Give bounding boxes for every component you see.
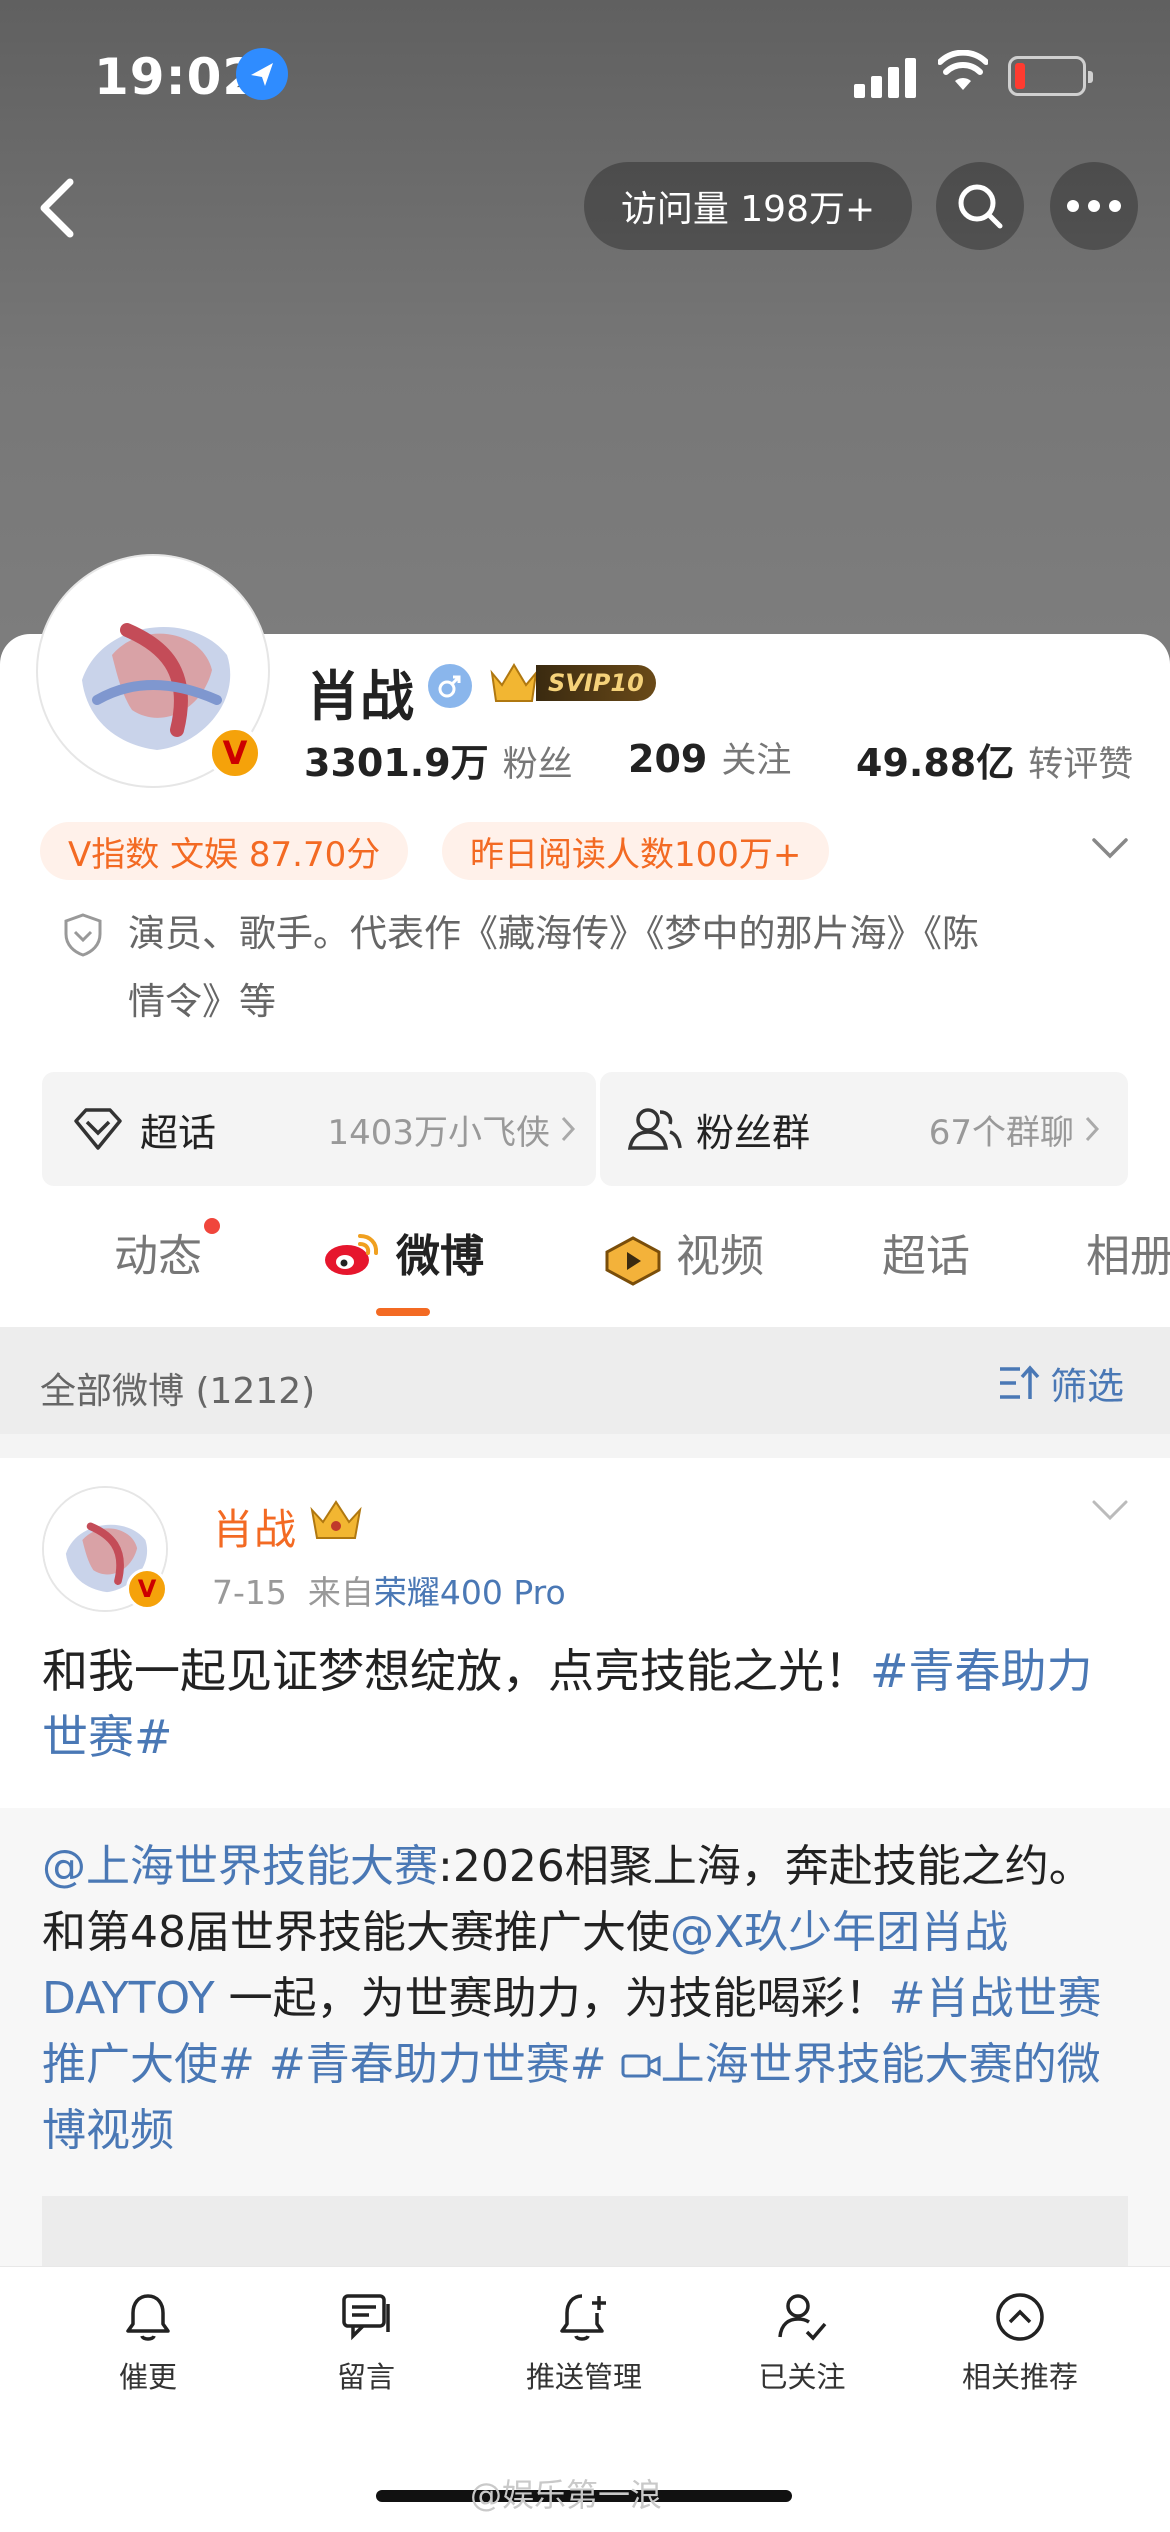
signal-icon [854, 56, 916, 98]
male-icon [428, 664, 472, 708]
tab-chaohua[interactable]: 超话 [882, 1220, 970, 1284]
search-icon [958, 184, 1003, 229]
status-time: 19:02 [94, 48, 259, 106]
more-button[interactable] [1050, 162, 1138, 250]
fans-group-detail: 67个群聊 [928, 1112, 1074, 1153]
back-icon[interactable] [34, 176, 82, 240]
v-index-tag[interactable]: V指数 文娱 87.70分 [40, 822, 409, 880]
chevron-right-icon [561, 1116, 576, 1142]
reader-count-tag[interactable]: 昨日阅读人数100万+ [442, 822, 830, 880]
fans-group-label: 粉丝群 [696, 1110, 811, 1155]
chevron-right-icon [1085, 1116, 1100, 1142]
post-menu-chevron-icon[interactable] [1090, 1498, 1130, 1526]
weibo-logo-icon [322, 1232, 380, 1282]
chaohua-button[interactable]: 超话 1403万小飞侠 [42, 1072, 596, 1186]
tab-indicator [376, 1308, 430, 1316]
svip-label: SVIP10 [536, 665, 656, 701]
wifi-icon [937, 49, 989, 98]
bell-icon [126, 2294, 170, 2341]
nav-cuigeng[interactable]: 催更 [48, 2290, 248, 2396]
nav-following[interactable]: 已关注 [702, 2290, 902, 2396]
profile-name: 肖战 [306, 665, 414, 728]
location-icon [236, 48, 288, 100]
tab-dongtai[interactable]: 动态 [114, 1220, 202, 1284]
tab-album[interactable]: 相册 [1086, 1220, 1170, 1284]
post-body: 和我一起见证梦想绽放，点亮技能之光！#青春助力世赛# [42, 1644, 1093, 1764]
post-verified-icon: V [126, 1568, 168, 1610]
nav-liuyan[interactable]: 留言 [266, 2290, 466, 2396]
tab-weibo[interactable]: 微博 [396, 1220, 484, 1284]
expand-chevron-icon[interactable] [1090, 836, 1130, 864]
video-link-icon [621, 2054, 661, 2078]
all-weibo-label[interactable]: 全部微博 (1212) [40, 1362, 315, 1414]
stat-following[interactable]: 209 关注 [628, 732, 791, 783]
video-tab-icon [604, 1236, 662, 1290]
vip-crown-icon [308, 1498, 364, 1546]
diamond-icon [74, 1108, 122, 1150]
battery-icon [1008, 56, 1093, 96]
crown-icon [490, 663, 538, 702]
post-meta: 7-15 来自荣耀400 Pro [212, 1573, 566, 1612]
repost-body: @上海世界技能大赛:2026相聚上海，奔赴技能之约。和第48届世界技能大赛推广大… [42, 1841, 1102, 2156]
nav-recommend[interactable]: 相关推荐 [920, 2290, 1120, 2396]
svip-badge[interactable]: SVIP10 [488, 658, 656, 708]
filter-button[interactable]: 筛选 [998, 1356, 1124, 1410]
video-thumbnail[interactable] [42, 2196, 1128, 2276]
chaohua-label: 超话 [140, 1110, 217, 1155]
section-gap [0, 1434, 1170, 1458]
chevron-up-circle-icon [996, 2293, 1044, 2341]
stat-fans[interactable]: 3301.9万 粉丝 [304, 732, 573, 787]
notification-dot [204, 1218, 220, 1234]
bell-plus-icon [560, 2294, 606, 2341]
message-icon [342, 2294, 390, 2341]
tab-video[interactable]: 视频 [676, 1220, 764, 1284]
repost-mention[interactable]: @上海世界技能大赛 [42, 1841, 438, 1892]
user-check-icon [778, 2294, 827, 2341]
filter-icon [1000, 1365, 1040, 1399]
repost-hashtag-2[interactable]: #青春助力世赛# [269, 2039, 607, 2090]
bio-line-2: 情令》等 [128, 980, 276, 1023]
more-icon [1067, 200, 1121, 212]
nav-push-settings[interactable]: 推送管理 [484, 2290, 684, 2396]
visit-count-badge[interactable]: 访问量 198万+ [584, 162, 912, 250]
chaohua-detail: 1403万小飞侠 [327, 1112, 550, 1153]
group-icon [627, 1108, 682, 1150]
shield-icon [62, 912, 104, 962]
search-button[interactable] [936, 162, 1024, 250]
watermark: @娱乐第一浪 [470, 2476, 663, 2514]
fans-group-button[interactable]: 粉丝群 67个群聊 [600, 1072, 1128, 1186]
post-device-link[interactable]: 荣耀400 Pro [374, 1573, 566, 1612]
bio-line-1: 演员、歌手。代表作《藏海传》《梦中的那片海》《陈 [128, 912, 979, 955]
verified-badge-icon: V [208, 726, 262, 780]
post-author[interactable]: 肖战 [212, 1496, 296, 1557]
stat-likes[interactable]: 49.88亿 转评赞 [856, 732, 1133, 787]
